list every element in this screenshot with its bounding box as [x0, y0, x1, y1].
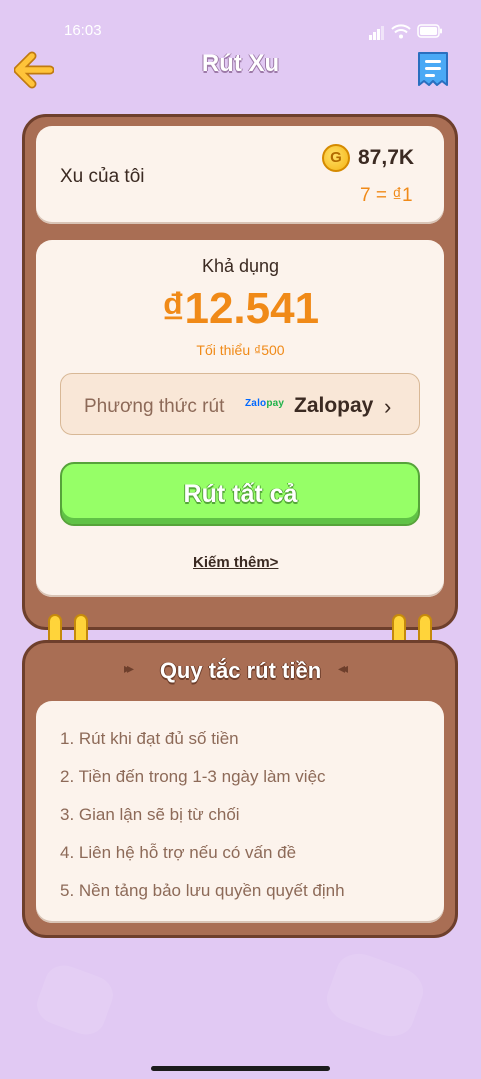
coin-icon: G	[322, 144, 350, 172]
rule-item: 2. Tiền đến trong 1-3 ngày làm việc	[60, 767, 326, 786]
status-time: 16:03	[64, 22, 102, 39]
rules-title: Quy tắc rút tiền	[159, 658, 322, 683]
minimum-note: Tối thiểu ₫500	[196, 342, 285, 358]
exchange-rate: 7 = ₫1	[360, 185, 413, 206]
signal-icon	[369, 22, 385, 40]
zalopay-logo-pay: pay	[266, 398, 285, 409]
rule-item: 5. Nền tảng bảo lưu quyền quyết định	[60, 881, 345, 900]
rule-item: 4. Liên hệ hỗ trợ nếu có vấn đề	[60, 843, 297, 862]
rule-item: 3. Gian lận sẽ bị từ chối	[60, 805, 240, 824]
battery-icon	[417, 24, 442, 38]
rule-item: 1. Rút khi đạt đủ số tiền	[60, 729, 239, 748]
wifi-icon	[391, 23, 411, 38]
background-pattern	[320, 946, 430, 1044]
background-pattern	[31, 959, 119, 1041]
status-icons	[369, 22, 443, 40]
receipt-icon	[418, 52, 448, 86]
payment-method-label: Phương thức rút	[84, 396, 225, 417]
double-arrow-left-icon: ◂◂	[338, 660, 348, 676]
coin-balance: 87,7K	[358, 146, 415, 169]
page-title: Rút Xu	[201, 50, 280, 77]
zalopay-logo-zalo: Zalo	[245, 398, 267, 409]
payment-method-name: Zalopay	[294, 394, 374, 417]
available-amount: ₫12.541	[161, 284, 320, 333]
available-label: Khả dụng	[201, 256, 280, 276]
withdraw-history-button[interactable]	[415, 50, 451, 88]
withdraw-all-label: Rút tất cả	[183, 480, 298, 508]
status-bar: 16:03	[0, 0, 481, 50]
zalopay-logo: Zalopay	[245, 398, 284, 409]
earn-more-link[interactable]: Kiếm thêm>	[193, 554, 278, 571]
balance-label: Xu của tôi	[60, 166, 145, 187]
home-indicator[interactable]	[151, 1066, 330, 1071]
chevron-right-icon: ›	[384, 394, 392, 419]
